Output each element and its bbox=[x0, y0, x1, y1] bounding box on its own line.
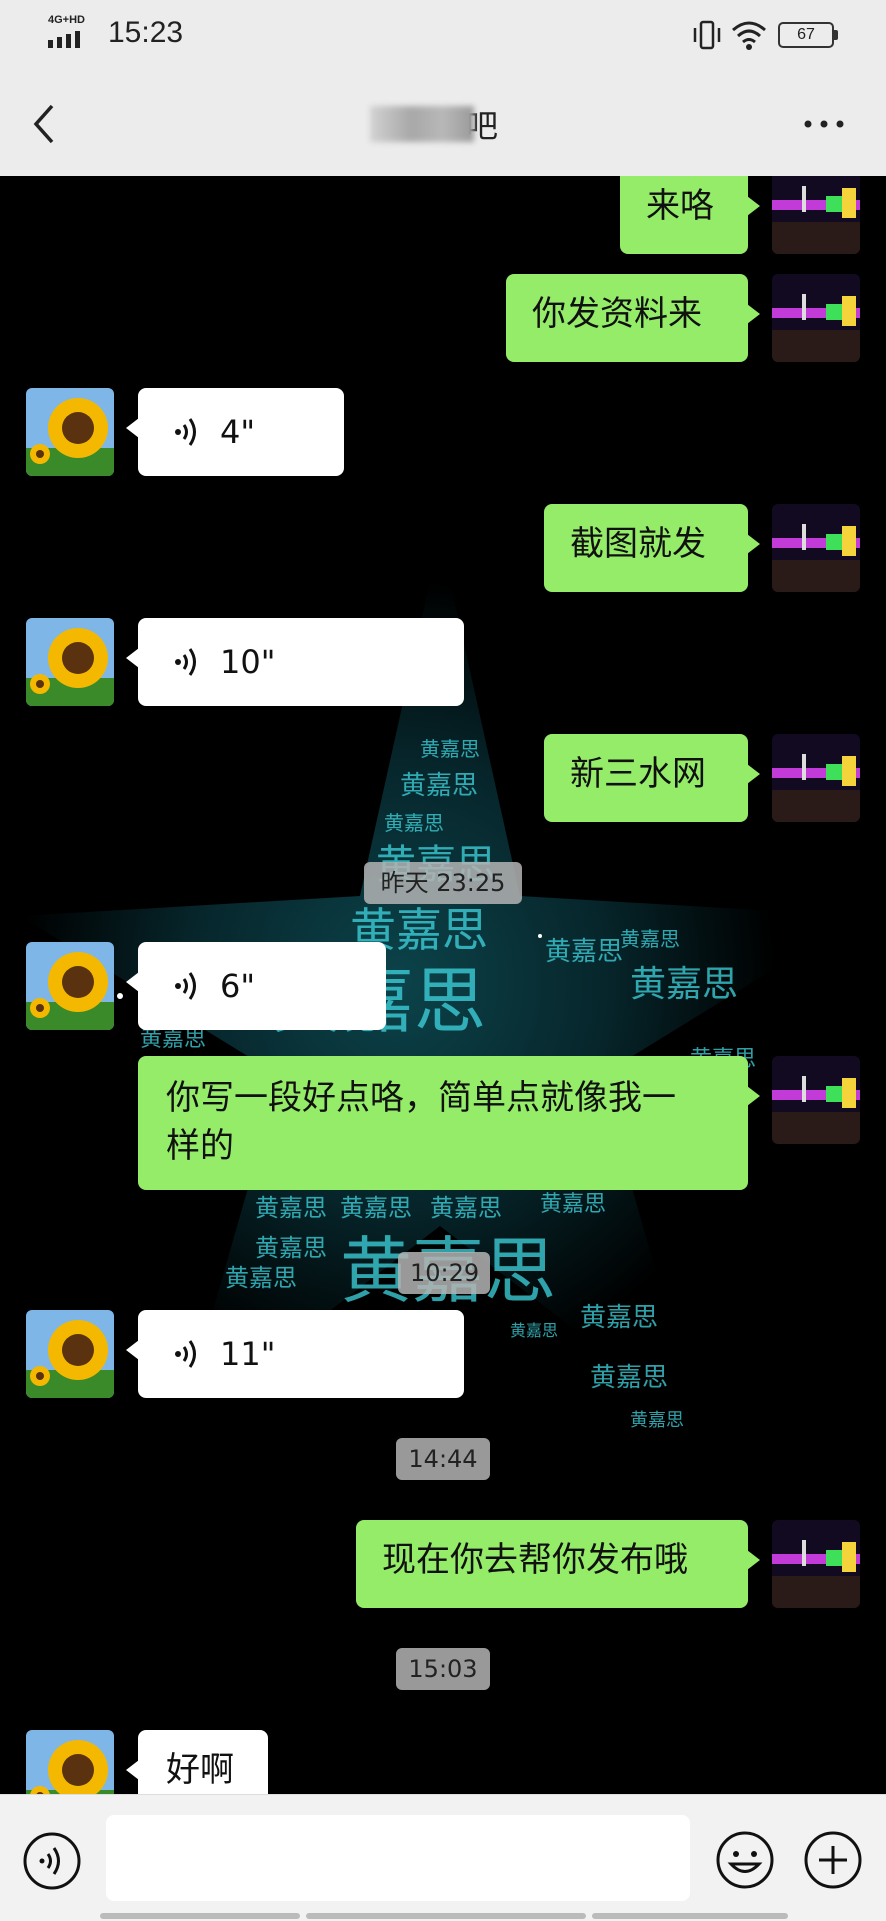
voice-input-icon[interactable] bbox=[22, 1831, 82, 1891]
message-list[interactable]: 黄嘉思 黄嘉思 黄嘉思 黄嘉思 黄嘉思 黄嘉思 黄嘉思 黄嘉思 黄嘉思 黄嘉思 … bbox=[0, 176, 886, 1794]
message-text: 现在你去帮你发布哦 bbox=[382, 1540, 688, 1580]
message-text: 好啊 bbox=[166, 1750, 234, 1790]
voice-duration: 10" bbox=[220, 643, 276, 681]
my-message-bubble[interactable]: 你发资料来 bbox=[506, 274, 760, 362]
timestamp: 昨天 23:25 bbox=[364, 862, 522, 904]
friend-voice-message[interactable]: 6" bbox=[126, 942, 386, 1030]
blurred-name bbox=[370, 106, 474, 142]
friend-voice-message[interactable]: 10" bbox=[126, 618, 464, 706]
message-row: 11" bbox=[0, 1310, 886, 1410]
voice-duration: 4" bbox=[220, 413, 256, 451]
friend-voice-message[interactable]: 11" bbox=[126, 1310, 464, 1398]
voice-duration: 11" bbox=[220, 1335, 276, 1373]
chat-header: 吧 bbox=[0, 72, 886, 177]
wallpaper-watermark-text: 黄嘉思 bbox=[225, 1264, 297, 1292]
voice-wave-icon bbox=[175, 648, 196, 676]
message-row: 你发资料来 bbox=[0, 274, 886, 374]
my-avatar[interactable] bbox=[772, 504, 860, 592]
message-row: 新三水网 bbox=[0, 734, 886, 834]
my-message-bubble[interactable]: 来咯 bbox=[620, 176, 760, 254]
message-row: 你写一段好点咯，简单点就像我一 样的 bbox=[0, 1056, 886, 1196]
my-avatar[interactable] bbox=[772, 176, 860, 254]
chat-title: 吧 bbox=[370, 102, 498, 146]
friend-avatar[interactable] bbox=[26, 618, 114, 706]
my-avatar[interactable] bbox=[772, 1056, 860, 1144]
friend-message-bubble[interactable]: 好啊 bbox=[126, 1730, 268, 1794]
clock: 15:23 bbox=[108, 16, 184, 49]
wallpaper-watermark-text: 黄嘉思 bbox=[255, 1194, 327, 1222]
message-text: 新三水网 bbox=[570, 754, 706, 794]
vibrate-icon bbox=[693, 20, 721, 50]
message-text-line-2: 样的 bbox=[166, 1126, 234, 1166]
my-message-bubble[interactable]: 现在你去帮你发布哦 bbox=[356, 1520, 760, 1608]
signal-icon bbox=[48, 31, 80, 48]
my-message-bubble[interactable]: 截图就发 bbox=[544, 504, 760, 592]
voice-wave-icon bbox=[175, 972, 196, 1000]
my-avatar[interactable] bbox=[772, 734, 860, 822]
my-message-bubble[interactable]: 新三水网 bbox=[544, 734, 760, 822]
emoji-icon[interactable] bbox=[714, 1829, 776, 1891]
voice-duration: 6" bbox=[220, 967, 256, 1005]
input-bar bbox=[0, 1794, 886, 1921]
voice-wave-icon bbox=[175, 1340, 196, 1368]
friend-avatar[interactable] bbox=[26, 942, 114, 1030]
friend-avatar[interactable] bbox=[26, 1310, 114, 1398]
timestamp: 10:29 bbox=[398, 1252, 490, 1294]
message-row: 好啊 bbox=[0, 1730, 886, 1794]
plus-icon[interactable] bbox=[802, 1829, 864, 1891]
message-row: 6" bbox=[0, 942, 886, 1042]
message-row: 截图就发 bbox=[0, 504, 886, 604]
my-avatar[interactable] bbox=[772, 1520, 860, 1608]
timestamp: 14:44 bbox=[396, 1438, 490, 1480]
wallpaper-watermark-text: 黄嘉思 bbox=[630, 1410, 684, 1431]
battery-level: 67 bbox=[797, 26, 815, 43]
voice-wave-icon bbox=[175, 418, 196, 446]
message-text: 来咯 bbox=[646, 186, 714, 226]
battery-icon: 67 bbox=[778, 22, 834, 48]
timestamp: 15:03 bbox=[396, 1648, 490, 1690]
friend-avatar[interactable] bbox=[26, 388, 114, 476]
message-row: 来咯 bbox=[0, 176, 886, 266]
chevron-left-icon[interactable] bbox=[22, 96, 70, 152]
network-type: 4G+HD bbox=[48, 14, 85, 26]
wallpaper-watermark-text: 黄嘉思 bbox=[430, 1194, 502, 1222]
friend-voice-message[interactable]: 4" bbox=[126, 388, 344, 476]
nav-indicator bbox=[592, 1913, 788, 1919]
wallpaper-watermark-text: 黄嘉思 bbox=[340, 1194, 412, 1222]
my-message-bubble[interactable]: 你写一段好点咯，简单点就像我一 样的 bbox=[138, 1056, 760, 1190]
nav-indicator bbox=[100, 1913, 300, 1919]
wallpaper-watermark-text: 黄嘉思 bbox=[255, 1234, 327, 1262]
message-text-line-1: 你写一段好点咯，简单点就像我一 bbox=[166, 1078, 676, 1118]
message-row: 10" bbox=[0, 618, 886, 718]
message-text: 你发资料来 bbox=[532, 294, 702, 334]
battery-cap bbox=[834, 30, 838, 40]
nav-indicator bbox=[306, 1913, 586, 1919]
message-row: 现在你去帮你发布哦 bbox=[0, 1520, 886, 1620]
message-row: 4" bbox=[0, 388, 886, 488]
message-input[interactable] bbox=[106, 1815, 690, 1901]
more-dots-icon[interactable] bbox=[800, 112, 848, 136]
my-avatar[interactable] bbox=[772, 274, 860, 362]
wifi-icon bbox=[732, 21, 766, 50]
status-bar: 4G+HD 15:23 67 bbox=[0, 0, 886, 72]
message-text: 截图就发 bbox=[570, 524, 706, 564]
friend-avatar[interactable] bbox=[26, 1730, 114, 1794]
